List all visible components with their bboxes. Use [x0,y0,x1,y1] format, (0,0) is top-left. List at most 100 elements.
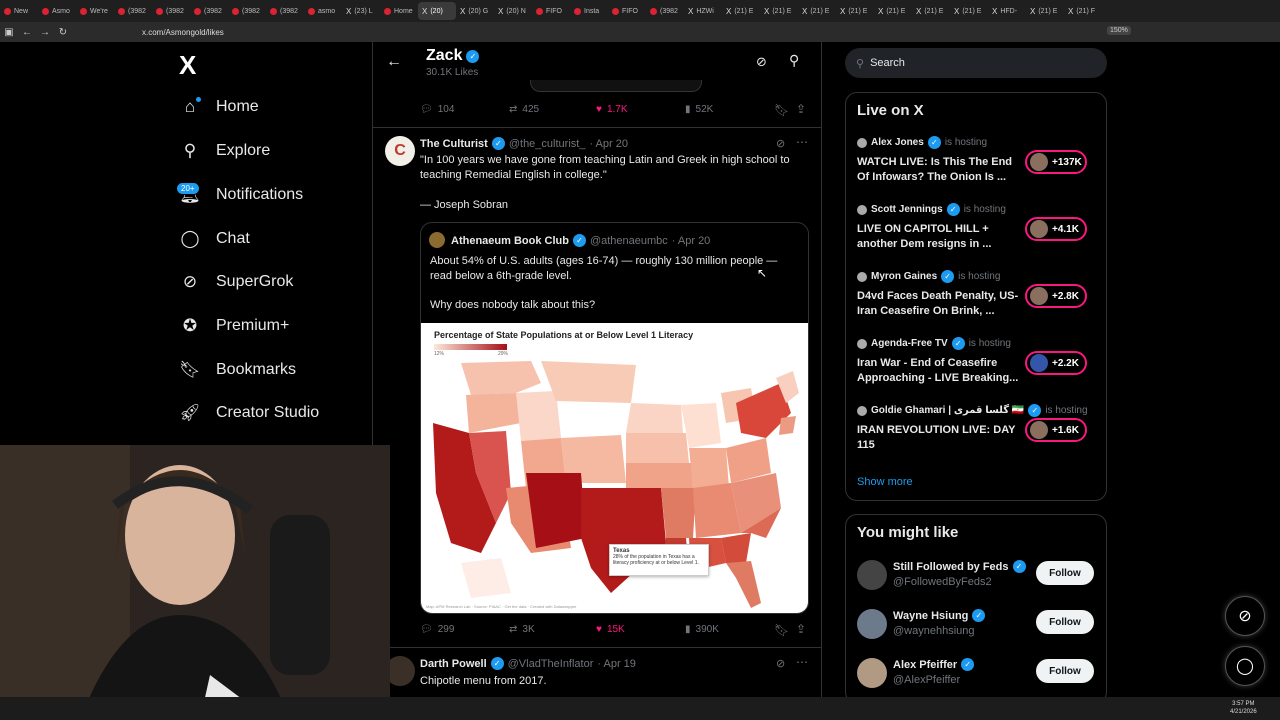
author-name[interactable]: The Culturist [420,138,488,150]
browser-tab[interactable]: We're [76,2,114,20]
live-item[interactable]: Alex Jones ✓ is hosting WATCH LIVE: Is Thi… [857,136,1097,196]
browser-tab[interactable]: X (20) [418,2,456,20]
search-box[interactable]: ⚲ Search [845,48,1107,78]
browser-tab[interactable]: (3982 [114,2,152,20]
live-item[interactable]: Scott Jennings ✓ is hosting LIVE ON CAPITO… [857,203,1097,263]
show-more-link[interactable]: Show more [857,476,913,488]
live-listeners-pill[interactable]: +2.2K [1025,351,1087,375]
more-options-icon[interactable]: ⋯ [796,655,808,669]
browser-tab[interactable]: X HZWi [684,2,722,20]
author-handle[interactable]: @VladTheInflator [508,658,594,670]
browser-tab[interactable]: X (23) L [342,2,380,20]
browser-tab[interactable]: X (21) E [912,2,950,20]
avatar[interactable] [857,560,887,590]
browser-tab[interactable]: Insta [570,2,608,20]
search-input[interactable]: Search [870,57,905,69]
host-line: Scott Jennings ✓ is hosting [857,203,1097,216]
search-icon[interactable]: ⚲ [789,52,799,69]
nav-premium[interactable]: ✪ Premium+ [180,316,289,336]
avatar [1030,220,1048,238]
grok-icon[interactable]: ⊘ [776,137,785,150]
browser-tab[interactable]: X (21) E [722,2,760,20]
nav-bookmarks[interactable]: 🔖︎ Bookmarks [179,360,296,380]
follow-button[interactable]: Follow [1036,561,1094,585]
reply-button[interactable]: 💬︎ 104 [420,104,454,115]
browser-tab[interactable]: (3982 [190,2,228,20]
browser-tab[interactable]: X (21) E [836,2,874,20]
browser-tab[interactable]: X (21) E [798,2,836,20]
follow-button[interactable]: Follow [1036,659,1094,683]
reload-icon[interactable]: ↻ [54,27,72,38]
avatar[interactable] [857,658,887,688]
literacy-map-image[interactable]: Percentage of State Populations at or Be… [421,323,808,613]
repost-button[interactable]: ⇄ 3K [509,624,535,635]
tweet-date[interactable]: · Apr 20 [589,138,628,150]
browser-tab[interactable]: X (21) E [760,2,798,20]
browser-tab[interactable]: New [0,2,38,20]
nav-explore[interactable]: ⚲ Explore [180,141,270,161]
browser-tab[interactable]: X (20) N [494,2,532,20]
live-item[interactable]: Agenda-Free TV ✓ is hosting Iran War - End… [857,337,1097,397]
follow-suggestion[interactable]: Still Followed by Feds ✓ @FollowedByFeds2… [857,558,1097,594]
back-icon[interactable]: ← [18,27,36,38]
author-handle[interactable]: @the_culturist_ [509,138,586,150]
nav-home[interactable]: ⌂ Home [180,97,259,117]
live-listeners-pill[interactable]: +137K [1025,150,1087,174]
zoom-level[interactable]: 150% [1107,26,1131,35]
author-name[interactable]: Darth Powell [420,658,487,670]
grok-fab-icon[interactable]: ⊘ [1225,596,1265,636]
browser-tab[interactable]: FIFO [608,2,646,20]
live-listeners-pill[interactable]: +4.1K [1025,217,1087,241]
grok-icon[interactable]: ⊘ [776,657,785,670]
back-arrow-icon[interactable]: ← [386,53,402,71]
avatar[interactable] [857,609,887,639]
x-logo[interactable]: X [179,50,196,81]
bookmark-icon[interactable]: 🔖︎ [774,103,789,117]
repost-button[interactable]: ⇄ 425 [509,104,539,115]
live-listeners-pill[interactable]: +1.6K [1025,418,1087,442]
browser-tab[interactable]: (3982 [646,2,684,20]
views-button[interactable]: ▮ 390K [685,624,719,635]
messages-fab-icon[interactable]: ◯ [1225,646,1265,686]
share-icon[interactable]: ⇪ [796,622,806,636]
grok-icon[interactable]: ⊘ [756,54,767,70]
browser-tab[interactable]: X HFD- [988,2,1026,20]
nav-supergrok[interactable]: ⊘ SuperGrok [180,272,294,292]
browser-tab[interactable]: asmo [304,2,342,20]
quoted-tweet[interactable]: Athenaeum Book Club ✓ @athenaeumbc · Apr… [420,222,809,614]
url-bar[interactable]: x.com/Asmongold/likes [142,28,224,37]
browser-tab[interactable]: (3982 [152,2,190,20]
like-button[interactable]: ♥ 15K [596,624,625,635]
live-item[interactable]: Myron Gaines ✓ is hosting D4vd Faces Death… [857,270,1097,330]
live-item[interactable]: Goldie Ghamari | گلسا قمری 🇮🇷 ✓ is hosting… [857,404,1097,464]
system-clock[interactable]: 3:57 PM 4/21/2026 [1230,700,1257,716]
follow-suggestion[interactable]: Wayne Hsiung ✓ @waynehhsiung Follow [857,607,1097,643]
tab-title: (3982 [660,7,678,15]
browser-tab[interactable]: Home [380,2,418,20]
browser-tab[interactable]: Asmo [38,2,76,20]
browser-tab[interactable]: FIFO [532,2,570,20]
browser-tab[interactable]: (3982 [266,2,304,20]
nav-creator-studio[interactable]: 🚀︎ Creator Studio [179,403,319,423]
sidebar-toggle-icon[interactable]: ▣ [0,27,18,38]
bookmark-icon[interactable]: 🔖︎ [774,623,789,637]
more-options-icon[interactable]: ⋯ [796,135,808,149]
follow-button[interactable]: Follow [1036,610,1094,634]
browser-tab[interactable]: X (21) F [1064,2,1102,20]
avatar[interactable]: C [385,136,415,166]
follow-suggestion[interactable]: Alex Pfeiffer ✓ @AlexPfeiffer Follow [857,656,1097,692]
reply-button[interactable]: 💬︎ 299 [420,624,454,635]
browser-tab[interactable]: X (21) E [950,2,988,20]
forward-icon[interactable]: → [36,27,54,38]
tweet-date[interactable]: · Apr 19 [597,658,636,670]
like-button[interactable]: ♥ 1.7K [596,104,628,115]
live-listeners-pill[interactable]: +2.8K [1025,284,1087,308]
share-icon[interactable]: ⇪ [796,102,806,116]
previous-tweet-media[interactable] [530,80,702,92]
nav-chat[interactable]: ◯ Chat [180,229,249,249]
browser-tab[interactable]: X (20) G [456,2,494,20]
browser-tab[interactable]: (3982 [228,2,266,20]
browser-tab[interactable]: X (21) E [874,2,912,20]
views-button[interactable]: ▮ 52K [685,104,713,115]
browser-tab[interactable]: X (21) E [1026,2,1064,20]
